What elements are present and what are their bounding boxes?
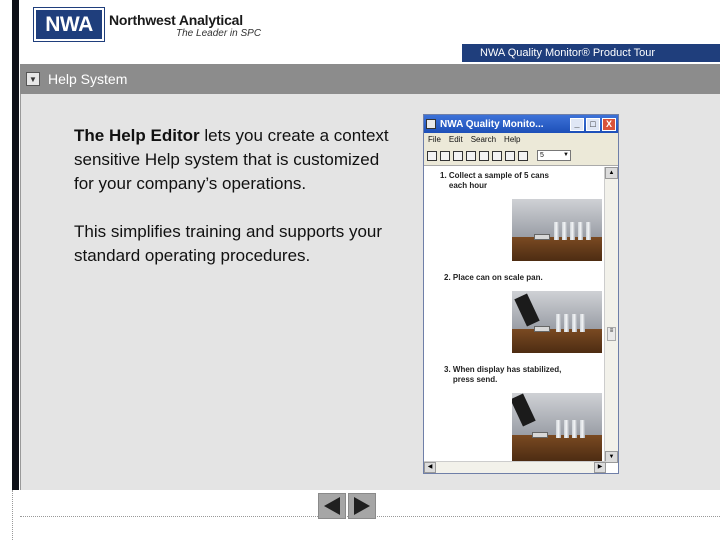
menu-edit[interactable]: Edit: [449, 135, 463, 144]
photo-table: [512, 237, 602, 261]
vertical-scrollbar[interactable]: ▲ ≡ ▼: [604, 167, 618, 463]
nwa-logo: NWA: [33, 7, 105, 42]
scale-pan: [534, 233, 550, 240]
scale-pan: [532, 431, 548, 438]
slide-navigation: [318, 493, 376, 519]
triangle-left-icon: [324, 497, 340, 515]
left-frame-bar: [12, 0, 19, 490]
new-icon[interactable]: [427, 150, 437, 161]
font-size-select[interactable]: 5 ▼: [537, 150, 571, 161]
font-size-value: 5: [540, 152, 544, 159]
description-text: The Help Editor lets you create a contex…: [74, 124, 394, 292]
can: [572, 419, 577, 438]
can: [556, 313, 561, 332]
app-icon: [426, 119, 436, 129]
left-frame: [0, 0, 20, 540]
can: [580, 313, 585, 332]
step-1-photo: [512, 199, 602, 261]
minimize-button[interactable]: _: [570, 117, 584, 131]
can: [580, 419, 585, 438]
previous-button[interactable]: [318, 493, 346, 519]
open-icon[interactable]: [440, 150, 450, 161]
maximize-button[interactable]: □: [586, 117, 600, 131]
print-icon[interactable]: [466, 150, 476, 161]
scroll-down-icon[interactable]: ▼: [605, 451, 618, 463]
close-button[interactable]: X: [602, 117, 616, 131]
help-system-bar[interactable]: ▼ Help System: [20, 64, 720, 94]
left-frame-bottom: [12, 490, 19, 540]
photo-table: [512, 435, 602, 461]
product-tour-title: NWA Quality Monitor® Product Tour: [462, 44, 720, 62]
content-panel: The Help Editor lets you create a contex…: [20, 94, 720, 490]
chevron-down-icon: ▼: [563, 152, 569, 158]
help-window-body: 1. Collect a sample of 5 cans each hour …: [424, 167, 606, 463]
can: [554, 221, 559, 240]
company-name: Northwest Analytical: [109, 12, 243, 28]
photo-table: [512, 329, 602, 353]
find-icon[interactable]: [479, 150, 489, 161]
save-icon[interactable]: [453, 150, 463, 161]
can: [564, 419, 569, 438]
help-editor-bold: The Help Editor: [74, 126, 200, 145]
can: [556, 419, 561, 438]
scale-pan: [534, 325, 550, 332]
triangle-right-icon: [354, 497, 370, 515]
can: [586, 221, 591, 240]
paragraph-simplifies: This simplifies training and supports yo…: [74, 222, 383, 265]
menu-help[interactable]: Help: [504, 135, 520, 144]
step-3-photo: [512, 393, 602, 461]
collapse-arrow-icon[interactable]: ▼: [26, 72, 40, 86]
scroll-thumb[interactable]: ≡: [607, 327, 616, 341]
next-button[interactable]: [348, 493, 376, 519]
step-2-photo: [512, 291, 602, 353]
help-window-title: NWA Quality Monito...: [440, 118, 544, 130]
help-window-toolbar: 5 ▼: [424, 146, 618, 166]
scroll-up-icon[interactable]: ▲: [605, 167, 618, 179]
menu-search[interactable]: Search: [471, 135, 496, 144]
help-window-screenshot: NWA Quality Monito... _ □ X File Edit Se…: [423, 114, 619, 474]
step-3-text: 3. When display has stabilized, press se…: [444, 365, 562, 384]
can: [572, 313, 577, 332]
step-1-text: 1. Collect a sample of 5 cans each hour: [440, 171, 549, 190]
align-right-icon[interactable]: [518, 150, 528, 161]
can: [570, 221, 575, 240]
align-left-icon[interactable]: [492, 150, 502, 161]
scroll-left-icon[interactable]: ◀: [424, 462, 436, 473]
can: [578, 221, 583, 240]
menu-file[interactable]: File: [428, 135, 441, 144]
can: [564, 313, 569, 332]
align-center-icon[interactable]: [505, 150, 515, 161]
can: [562, 221, 567, 240]
help-window-titlebar: NWA Quality Monito... _ □ X: [424, 115, 618, 133]
company-tagline: The Leader in SPC: [176, 28, 262, 39]
horizontal-scrollbar[interactable]: ◀ ▶: [424, 461, 606, 473]
step-2-text: 2. Place can on scale pan.: [444, 273, 543, 282]
paragraph-help-editor: The Help Editor lets you create a contex…: [74, 124, 394, 196]
help-window-menubar: File Edit Search Help: [424, 133, 618, 146]
scroll-right-icon[interactable]: ▶: [594, 462, 606, 473]
help-system-label: Help System: [48, 71, 128, 87]
